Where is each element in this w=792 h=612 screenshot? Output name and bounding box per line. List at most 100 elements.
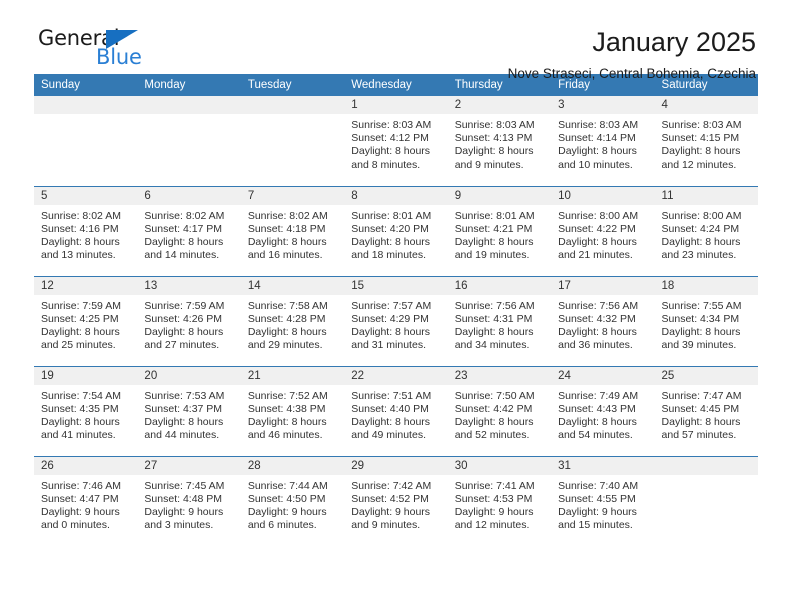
daylight-text-line1: Daylight: 8 hours	[661, 145, 741, 158]
day-cell[interactable]: 24 Sunrise: 7:49 AM Sunset: 4:43 PM Dayligh…	[551, 365, 655, 456]
sunrise-text: Sunrise: 7:55 AM	[661, 299, 742, 312]
daylight-text-line1: Daylight: 8 hours	[144, 415, 224, 428]
general-blue-logo[interactable]: General Blue	[38, 26, 168, 74]
daylight-text-line2: and 16 minutes.	[247, 249, 323, 262]
daylight-text-line1: Daylight: 8 hours	[351, 145, 431, 158]
day-cell-empty	[137, 96, 241, 186]
daylight-text-line1: Daylight: 8 hours	[558, 235, 637, 248]
daylight-text-line1: Daylight: 8 hours	[661, 235, 741, 248]
day-details: Sunrise: 7:45 AM Sunset: 4:48 PM Daylight:…	[137, 475, 240, 533]
day-cell[interactable]: 30 Sunrise: 7:41 AM Sunset: 4:53 PM Dayligh…	[447, 455, 552, 546]
day-details: Sunrise: 7:40 AM Sunset: 4:55 PM Daylight:…	[551, 475, 654, 533]
day-number: 1	[344, 96, 448, 114]
day-cell[interactable]: 19 Sunrise: 7:54 AM Sunset: 4:35 PM Dayligh…	[34, 365, 138, 456]
day-details: Sunrise: 7:54 AM Sunset: 4:35 PM Daylight:…	[34, 385, 137, 443]
sunset-text: Sunset: 4:26 PM	[144, 312, 223, 325]
day-number: 20	[137, 366, 241, 385]
day-number: 16	[447, 276, 552, 295]
daylight-text-line1: Daylight: 8 hours	[454, 325, 534, 338]
daylight-text-line2: and 44 minutes.	[144, 429, 220, 442]
day-cell[interactable]: 17 Sunrise: 7:56 AM Sunset: 4:32 PM Dayligh…	[551, 275, 655, 366]
sunset-text: Sunset: 4:43 PM	[558, 402, 636, 415]
day-cell[interactable]: 31 Sunrise: 7:40 AM Sunset: 4:55 PM Dayligh…	[551, 455, 655, 546]
sunrise-text: Sunrise: 7:46 AM	[41, 479, 121, 492]
day-cell[interactable]: 29 Sunrise: 7:42 AM Sunset: 4:52 PM Dayligh…	[344, 455, 448, 546]
day-number: 3	[551, 96, 655, 114]
day-number: 6	[137, 186, 241, 205]
day-number	[137, 96, 241, 114]
daylight-text-line1: Daylight: 8 hours	[247, 415, 327, 428]
day-cell[interactable]: 27 Sunrise: 7:45 AM Sunset: 4:48 PM Dayligh…	[137, 455, 241, 546]
day-cell[interactable]: 23 Sunrise: 7:50 AM Sunset: 4:42 PM Dayligh…	[447, 365, 552, 456]
sunrise-text: Sunrise: 8:02 AM	[41, 209, 121, 222]
sunrise-text: Sunrise: 8:03 AM	[454, 119, 535, 131]
day-number: 27	[137, 456, 241, 475]
day-cell[interactable]: 22 Sunrise: 7:51 AM Sunset: 4:40 PM Dayligh…	[344, 365, 448, 456]
day-cell[interactable]: 14 Sunrise: 7:58 AM Sunset: 4:28 PM Dayligh…	[240, 275, 345, 366]
day-cell[interactable]: 25 Sunrise: 7:47 AM Sunset: 4:45 PM Dayligh…	[654, 365, 758, 456]
daylight-text-line1: Daylight: 8 hours	[144, 235, 224, 248]
day-cell[interactable]: 6 Sunrise: 8:02 AM Sunset: 4:17 PM Daylight…	[137, 185, 241, 276]
day-cell[interactable]: 7 Sunrise: 8:02 AM Sunset: 4:18 PM Daylight…	[240, 185, 345, 276]
day-cell[interactable]: 21 Sunrise: 7:52 AM Sunset: 4:38 PM Dayligh…	[240, 365, 345, 456]
daylight-text-line2: and 6 minutes.	[247, 519, 317, 532]
day-cell[interactable]: 28 Sunrise: 7:44 AM Sunset: 4:50 PM Dayligh…	[240, 455, 345, 546]
sunrise-text: Sunrise: 8:03 AM	[661, 119, 742, 131]
title-block: January 2025 Nove Straseci, Central Bohe…	[508, 26, 758, 84]
day-details: Sunrise: 7:59 AM Sunset: 4:26 PM Daylight:…	[137, 295, 240, 353]
daylight-text-line2: and 46 minutes.	[247, 429, 323, 442]
sunset-text: Sunset: 4:45 PM	[661, 402, 740, 415]
day-cell[interactable]: 10 Sunrise: 8:00 AM Sunset: 4:22 PM Dayligh…	[551, 185, 655, 276]
calendar-week-row: 5 Sunrise: 8:02 AM Sunset: 4:16 PM Daylight…	[34, 185, 758, 276]
sunset-text: Sunset: 4:37 PM	[144, 402, 223, 415]
day-details: Sunrise: 7:47 AM Sunset: 4:45 PM Daylight:…	[655, 385, 758, 443]
sunrise-text: Sunrise: 7:58 AM	[247, 299, 328, 312]
day-cell[interactable]: 26 Sunrise: 7:46 AM Sunset: 4:47 PM Dayligh…	[34, 455, 138, 546]
day-number: 4	[654, 96, 758, 114]
day-number: 5	[34, 186, 138, 205]
day-cell[interactable]: 2 Sunrise: 8:03 AM Sunset: 4:13 PM Daylight…	[447, 96, 552, 186]
daylight-text-line2: and 12 minutes.	[454, 519, 530, 532]
daylight-text-line1: Daylight: 9 hours	[558, 505, 637, 518]
daylight-text-line2: and 19 minutes.	[454, 249, 530, 262]
day-cell[interactable]: 8 Sunrise: 8:01 AM Sunset: 4:20 PM Daylight…	[344, 185, 448, 276]
sunset-text: Sunset: 4:16 PM	[41, 222, 119, 235]
sunset-text: Sunset: 4:35 PM	[41, 402, 119, 415]
day-cell[interactable]: 9 Sunrise: 8:01 AM Sunset: 4:21 PM Daylight…	[447, 185, 552, 276]
day-cell[interactable]: 12 Sunrise: 7:59 AM Sunset: 4:25 PM Dayligh…	[34, 275, 138, 366]
daylight-text-line2: and 34 minutes.	[454, 339, 530, 352]
sunrise-text: Sunrise: 8:02 AM	[144, 209, 225, 222]
day-cell[interactable]: 20 Sunrise: 7:53 AM Sunset: 4:37 PM Dayligh…	[137, 365, 241, 456]
daylight-text-line1: Daylight: 8 hours	[661, 325, 741, 338]
day-cell[interactable]: 18 Sunrise: 7:55 AM Sunset: 4:34 PM Dayligh…	[654, 275, 758, 366]
day-details: Sunrise: 7:42 AM Sunset: 4:52 PM Daylight:…	[344, 475, 447, 533]
day-cell[interactable]: 1 Sunrise: 8:03 AM Sunset: 4:12 PM Daylight…	[344, 96, 448, 186]
sunset-text: Sunset: 4:52 PM	[351, 492, 429, 505]
day-cell[interactable]: 11 Sunrise: 8:00 AM Sunset: 4:24 PM Dayligh…	[654, 185, 758, 276]
sunrise-text: Sunrise: 7:56 AM	[454, 299, 535, 312]
day-cell[interactable]: 4 Sunrise: 8:03 AM Sunset: 4:15 PM Daylight…	[654, 96, 758, 186]
page-header: General Blue January 2025 Nove Straseci,…	[34, 0, 758, 81]
day-details: Sunrise: 7:56 AM Sunset: 4:32 PM Daylight:…	[551, 295, 654, 353]
sunrise-text: Sunrise: 8:03 AM	[558, 119, 639, 131]
day-cell[interactable]: 3 Sunrise: 8:03 AM Sunset: 4:14 PM Daylight…	[551, 96, 655, 186]
day-cell[interactable]: 15 Sunrise: 7:57 AM Sunset: 4:29 PM Dayligh…	[344, 275, 448, 366]
daylight-text-line1: Daylight: 9 hours	[144, 505, 224, 518]
day-details: Sunrise: 8:03 AM Sunset: 4:15 PM Daylight:…	[655, 114, 758, 172]
day-cell-empty	[240, 96, 345, 186]
day-cell[interactable]: 13 Sunrise: 7:59 AM Sunset: 4:26 PM Dayligh…	[137, 275, 241, 366]
day-cell[interactable]: 16 Sunrise: 7:56 AM Sunset: 4:31 PM Dayligh…	[447, 275, 552, 366]
daylight-text-line2: and 3 minutes.	[144, 519, 214, 532]
daylight-text-line1: Daylight: 8 hours	[351, 235, 431, 248]
sunset-text: Sunset: 4:48 PM	[144, 492, 223, 505]
daylight-text-line1: Daylight: 8 hours	[351, 325, 431, 338]
day-cell[interactable]: 5 Sunrise: 8:02 AM Sunset: 4:16 PM Daylight…	[34, 185, 138, 276]
calendar-table: Sunday Monday Tuesday Wednesday Thursday…	[34, 74, 758, 546]
sunrise-text: Sunrise: 7:40 AM	[558, 479, 639, 492]
sunset-text: Sunset: 4:24 PM	[661, 222, 740, 235]
sunset-text: Sunset: 4:32 PM	[558, 312, 636, 325]
day-cell-empty	[34, 96, 138, 186]
sunrise-text: Sunrise: 8:03 AM	[351, 119, 432, 131]
day-details: Sunrise: 8:03 AM Sunset: 4:12 PM Daylight:…	[344, 114, 447, 172]
day-number: 17	[551, 276, 655, 295]
